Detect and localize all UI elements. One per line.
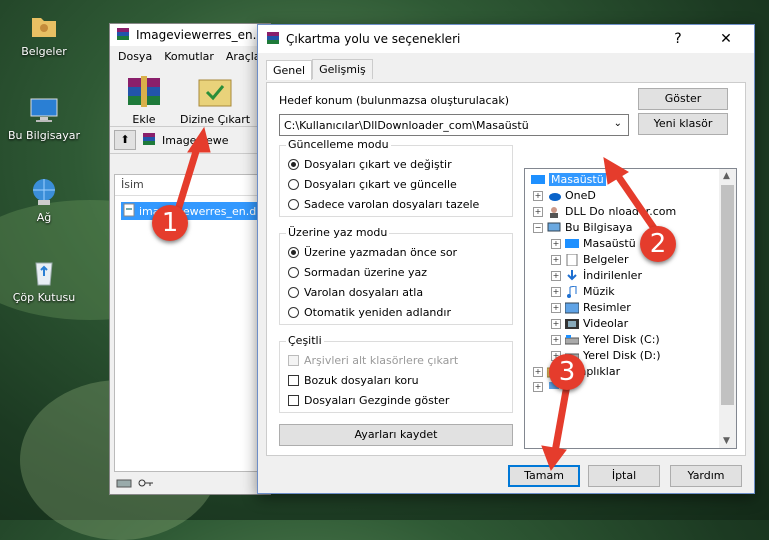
arrow-1 [174, 143, 202, 212]
tab-general[interactable]: Genel [266, 60, 313, 80]
annotation-badge-2: 2 [640, 226, 676, 262]
annotation-badge-3: 3 [549, 354, 585, 390]
arrow-1-head [187, 126, 211, 153]
arrow-3 [551, 384, 571, 453]
arrow-2 [615, 174, 661, 236]
annotation-badge-1: 1 [152, 205, 188, 241]
arrow-3-head [541, 445, 567, 472]
